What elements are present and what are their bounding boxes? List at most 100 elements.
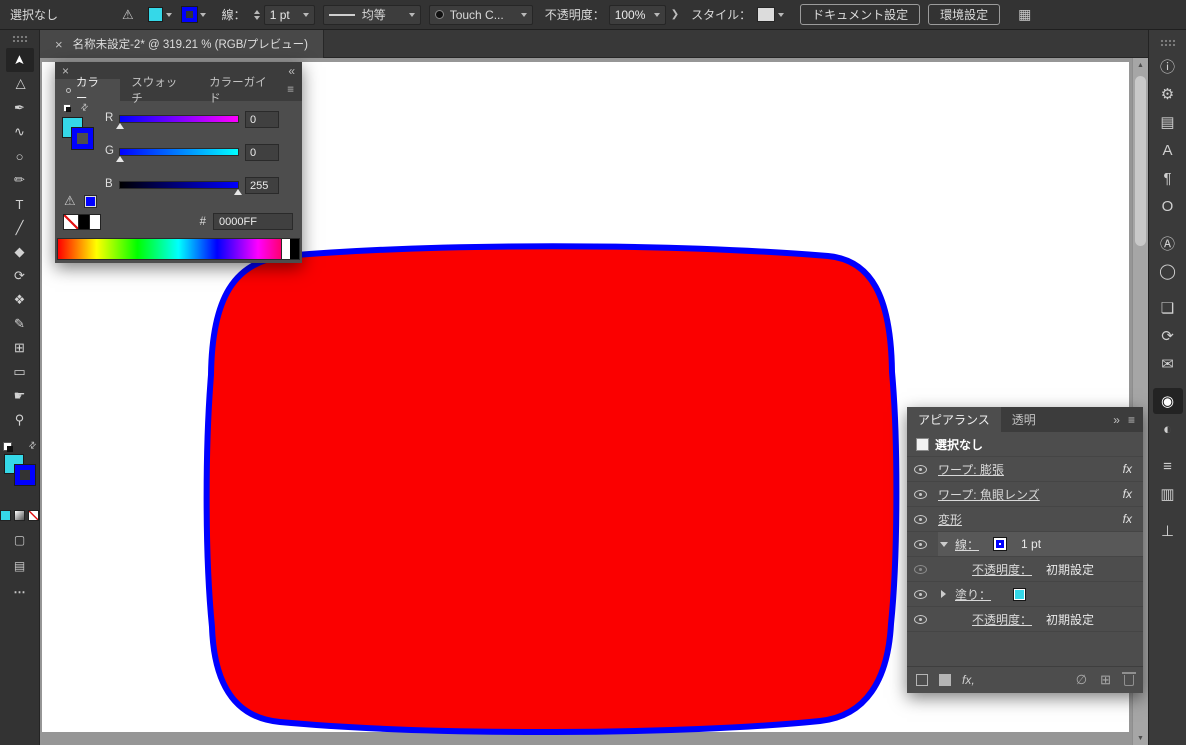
scroll-up-icon[interactable]: ▲: [1137, 62, 1144, 69]
out-of-gamut-warning-icon[interactable]: ⚠: [64, 193, 76, 209]
visibility-eye-icon[interactable]: [914, 489, 927, 499]
selection-tool[interactable]: ➤: [5, 48, 34, 72]
graphic-style-swatch[interactable]: [757, 7, 776, 22]
red-slider-track[interactable]: [116, 115, 239, 129]
collapse-panel-icon[interactable]: »: [1113, 413, 1120, 427]
info-panel-icon[interactable]: ⓘ: [1153, 53, 1183, 79]
spectrum-black-swatch[interactable]: [290, 239, 299, 259]
tab-appearance[interactable]: アピアランス: [907, 407, 1001, 432]
stroke-color-swatch[interactable]: [180, 6, 198, 23]
panel-menu-icon[interactable]: ≡: [287, 84, 294, 96]
workspace-switcher-icon[interactable]: ▦: [1018, 6, 1031, 23]
appearance-row-item-opacity[interactable]: 不透明度： 初期設定: [907, 607, 1143, 632]
brush-select[interactable]: Touch C...: [428, 4, 533, 25]
stroke-panel-icon[interactable]: ≡: [1153, 453, 1183, 479]
spectrum-white-swatch[interactable]: [281, 239, 290, 259]
graphic-styles-panel-icon[interactable]: ◐: [1153, 416, 1183, 442]
shape-builder-tool[interactable]: ❖: [6, 288, 34, 312]
appearance-panel-icon[interactable]: ◉: [1152, 388, 1183, 414]
opacity-caret-icon[interactable]: [653, 12, 660, 17]
fill-color-swatch[interactable]: [147, 7, 163, 22]
toolbar-grip-icon[interactable]: [11, 35, 28, 42]
type-tool[interactable]: T: [6, 192, 34, 216]
color-mode-button[interactable]: [0, 510, 11, 521]
paintbrush-tool[interactable]: ✏: [6, 168, 34, 192]
gradient-mode-button[interactable]: [14, 510, 25, 521]
zoom-tool[interactable]: ⚲: [6, 408, 34, 432]
hand-tool[interactable]: ☛: [6, 384, 34, 408]
panel-menu-icon[interactable]: ≡: [1128, 413, 1135, 427]
none-mode-button[interactable]: [28, 510, 39, 521]
scrollbar-thumb[interactable]: [1135, 76, 1146, 246]
tab-color[interactable]: カラー: [55, 77, 121, 105]
screen-mode-icon[interactable]: ▤: [14, 559, 25, 573]
shaper-tool[interactable]: ◆: [6, 240, 34, 264]
visibility-eye-icon[interactable]: [914, 614, 927, 624]
dock-grip-icon[interactable]: [1159, 39, 1176, 46]
add-new-stroke-icon[interactable]: [916, 674, 928, 686]
stroke-color-swatch[interactable]: [993, 537, 1008, 551]
mesh-tool[interactable]: ⊞: [6, 336, 34, 360]
warped-rectangle-shape[interactable]: [203, 243, 900, 735]
visibility-eye-icon[interactable]: [914, 514, 927, 524]
gear-panel-icon[interactable]: ⚙: [1153, 81, 1183, 107]
stroke-weight-caret-icon[interactable]: [302, 12, 309, 17]
tab-transparency[interactable]: 透明: [1001, 407, 1047, 432]
blue-slider-track[interactable]: [119, 181, 242, 195]
appearance-row-stroke-opacity[interactable]: 不透明度： 初期設定: [907, 557, 1143, 582]
appearance-row-transform[interactable]: 変形 fx: [907, 507, 1143, 532]
visibility-eye-icon[interactable]: [914, 539, 927, 549]
stroke-proxy-swatch[interactable]: [71, 127, 94, 150]
close-panel-icon[interactable]: ×: [62, 64, 69, 78]
expand-chevron-icon[interactable]: [941, 590, 946, 598]
width-profile-caret-icon[interactable]: [408, 12, 415, 17]
blue-value-input[interactable]: [245, 177, 279, 194]
stroke-row-content[interactable]: 線： 1 pt: [938, 532, 1143, 556]
opentype-panel-icon[interactable]: O: [1153, 193, 1183, 219]
tab-swatches[interactable]: スウォッチ: [120, 77, 198, 105]
red-value-input[interactable]: [245, 111, 279, 128]
fill-color-swatch[interactable]: [1013, 587, 1027, 601]
red-slider-thumb[interactable]: [116, 123, 124, 129]
opacity-link[interactable]: 不透明度：: [972, 611, 1032, 628]
tab-color-guide[interactable]: カラーガイド: [198, 77, 287, 105]
line-segment-tool[interactable]: ╱: [6, 216, 34, 240]
color-panel-icon[interactable]: ◯: [1153, 258, 1183, 284]
draw-mode-icon[interactable]: ▢: [14, 533, 25, 547]
none-color-swatch[interactable]: [63, 213, 79, 230]
warp-bulge-effect-link[interactable]: ワープ: 膨張: [938, 461, 1004, 478]
width-profile-select[interactable]: 均等: [322, 4, 421, 25]
brush-caret-icon[interactable]: [520, 12, 527, 17]
preferences-button[interactable]: 環境設定: [928, 4, 1001, 25]
scroll-down-icon[interactable]: ▼: [1137, 735, 1144, 742]
pen-tool[interactable]: ✒: [6, 96, 34, 120]
visibility-eye-icon[interactable]: [914, 589, 927, 599]
stroke-weight-stepper[interactable]: [253, 9, 260, 20]
style-caret-icon[interactable]: [778, 12, 785, 17]
appearance-row-stroke[interactable]: 線： 1 pt: [907, 532, 1143, 557]
document-setup-button[interactable]: ドキュメント設定: [800, 4, 921, 25]
direct-selection-tool[interactable]: ▷: [6, 72, 34, 96]
edit-toolbar-button[interactable]: ⋯: [14, 585, 26, 599]
black-swatch[interactable]: [79, 213, 90, 230]
stroke-link[interactable]: 線：: [955, 536, 979, 553]
comments-panel-icon[interactable]: ✉: [1153, 351, 1183, 377]
sync-panel-icon[interactable]: ⟳: [1153, 323, 1183, 349]
duplicate-item-icon[interactable]: ⊞: [1100, 672, 1111, 688]
in-gamut-cube-icon[interactable]: [83, 194, 97, 208]
stroke-weight-input[interactable]: [269, 7, 300, 22]
fill-link[interactable]: 塗り：: [955, 586, 991, 603]
collapse-chevron-icon[interactable]: [940, 541, 948, 547]
character-styles-panel-icon[interactable]: Ⓐ: [1153, 230, 1183, 256]
opacity-more-chevron-icon[interactable]: ❯: [671, 9, 679, 20]
pencil-tool[interactable]: ✎: [6, 312, 34, 336]
appearance-row-warp-fisheye[interactable]: ワープ: 魚眼レンズ fx: [907, 482, 1143, 507]
add-new-fill-icon[interactable]: [939, 674, 951, 686]
hex-value-input[interactable]: [213, 213, 293, 230]
gradient-panel-icon[interactable]: ▥: [1153, 481, 1183, 507]
green-value-input[interactable]: [245, 144, 279, 161]
default-colors-icon[interactable]: [2, 442, 13, 452]
ellipse-tool[interactable]: ○: [6, 144, 34, 168]
rotate-tool[interactable]: ⟳: [6, 264, 34, 288]
align-panel-icon[interactable]: ⊥: [1153, 518, 1183, 544]
